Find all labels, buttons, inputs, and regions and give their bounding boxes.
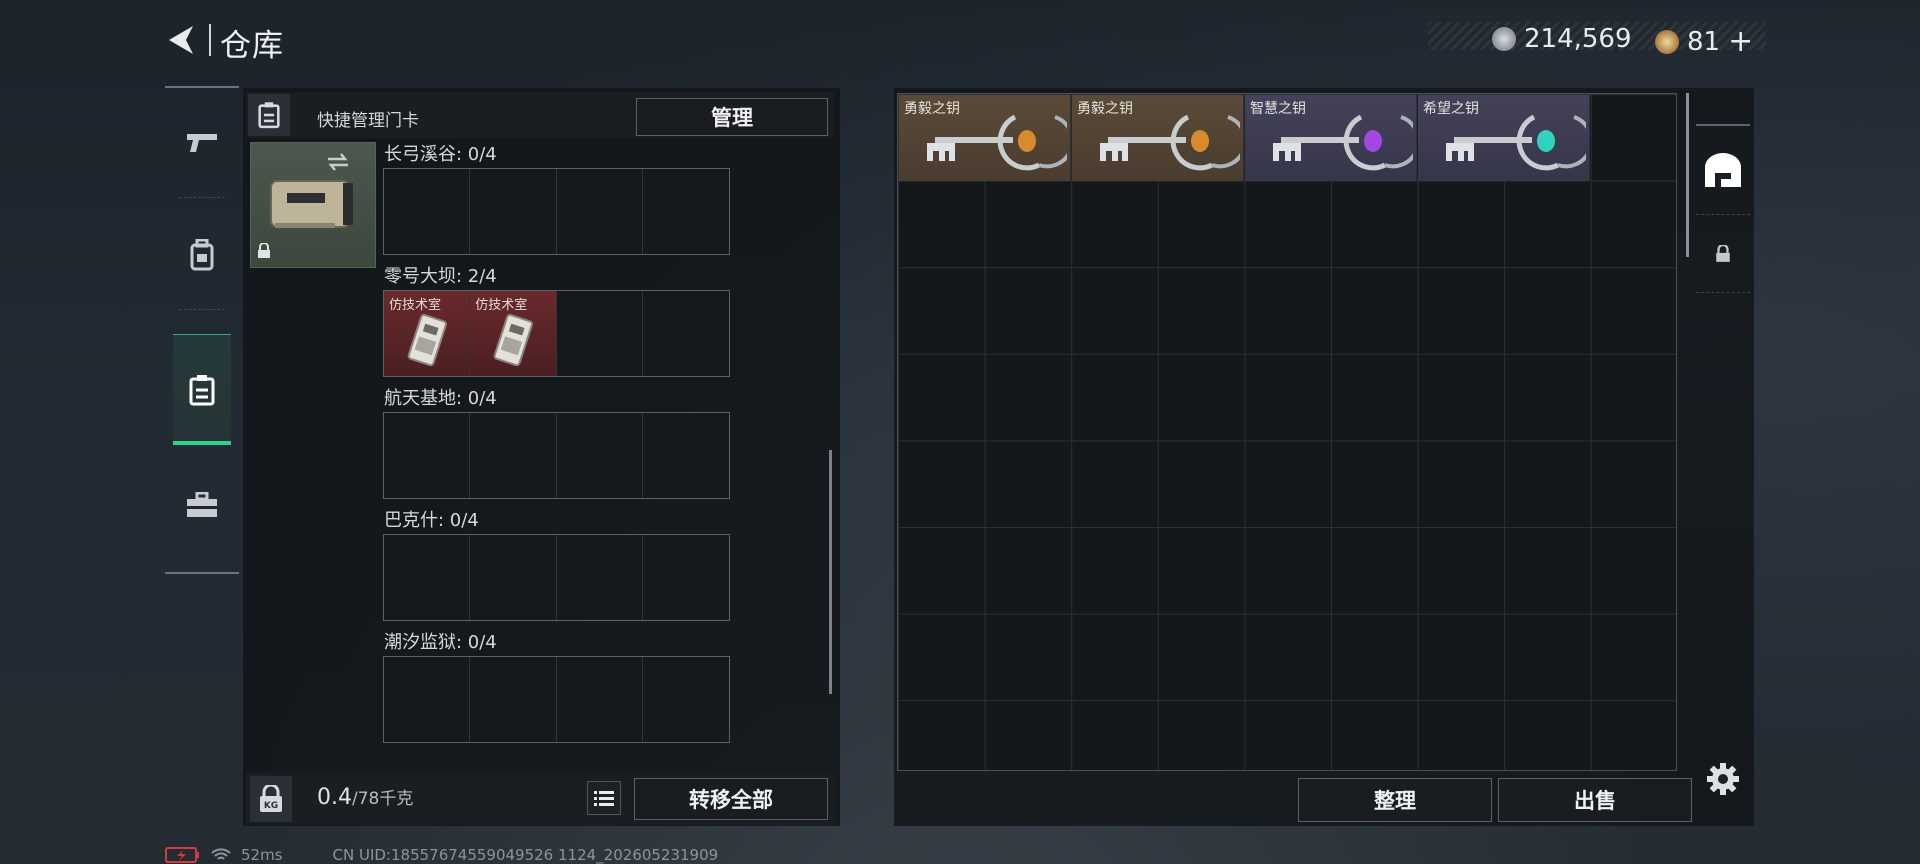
keycard-slots xyxy=(383,656,730,743)
tab-stash-home[interactable] xyxy=(1696,126,1750,215)
nav-item-firearms[interactable] xyxy=(165,88,239,198)
stash-home-icon xyxy=(1705,153,1741,187)
key-image xyxy=(1273,114,1413,171)
zone-label: 航天基地: 0/4 xyxy=(384,388,497,409)
category-nav xyxy=(165,86,239,574)
currency-secondary[interactable]: 81 + xyxy=(1655,24,1753,59)
keycard-slot[interactable] xyxy=(384,413,471,498)
keycard-slot[interactable] xyxy=(557,413,643,498)
list-view-button[interactable] xyxy=(587,781,621,815)
page-title: 仓库 xyxy=(220,28,284,64)
keycard-image xyxy=(407,313,447,367)
lock-icon xyxy=(257,242,271,263)
keycard-slots xyxy=(383,168,730,255)
swap-icon[interactable] xyxy=(325,151,351,177)
manage-button[interactable]: 管理 xyxy=(636,98,828,136)
sort-button[interactable]: 整理 xyxy=(1298,778,1492,822)
stash-grid[interactable] xyxy=(897,93,1677,771)
keycard-slot[interactable] xyxy=(557,169,643,254)
stash-item-key[interactable]: 勇毅之钥 xyxy=(899,95,1071,181)
tab-locked-stash[interactable] xyxy=(1696,216,1750,293)
keycard-slot[interactable] xyxy=(384,169,471,254)
keycard-slot[interactable] xyxy=(470,413,557,498)
key-image xyxy=(1446,114,1586,171)
keycard-slot[interactable] xyxy=(470,535,557,620)
keycard-scrollbar[interactable] xyxy=(829,450,832,694)
keycard-slot[interactable] xyxy=(643,657,729,742)
keycard-slot[interactable] xyxy=(470,657,557,742)
list-icon xyxy=(594,791,614,806)
nav-item-gear[interactable] xyxy=(165,200,239,310)
title-divider xyxy=(209,24,211,56)
keycard-slot[interactable] xyxy=(643,413,729,498)
stash-item-key[interactable]: 希望之钥 xyxy=(1418,95,1590,181)
key-image xyxy=(1100,114,1240,171)
back-arrow-icon xyxy=(169,26,193,54)
back-button[interactable] xyxy=(163,22,199,58)
weight-readout: 0.4/78千克 xyxy=(317,785,414,810)
zone-label: 长弓溪谷: 0/4 xyxy=(384,144,497,165)
zone-label: 零号大坝: 2/4 xyxy=(384,266,497,287)
keycard-slot[interactable] xyxy=(384,535,471,620)
keycard-slot[interactable] xyxy=(643,291,729,376)
uid-readout: CN UID:18557674559049526 1124_2026052319… xyxy=(332,846,719,864)
battery-icon xyxy=(165,847,199,863)
nav-item-tools[interactable] xyxy=(165,450,239,560)
silver-coin-icon xyxy=(1492,27,1516,51)
quick-manage-label: 快捷管理门卡 xyxy=(317,111,419,131)
keycard-slots xyxy=(383,534,730,621)
keycard-slot[interactable] xyxy=(557,291,643,376)
keycard-icon xyxy=(189,375,215,406)
keycard-slot[interactable] xyxy=(557,535,643,620)
stash-tabs xyxy=(1696,124,1750,293)
gun-icon xyxy=(187,134,217,152)
stash-item-key[interactable]: 勇毅之钥 xyxy=(1072,95,1244,181)
currency-main: 214,569 xyxy=(1492,24,1632,54)
keycard-image xyxy=(493,313,534,367)
weight-lock-icon: KG xyxy=(250,776,292,822)
nav-item-keycards[interactable] xyxy=(173,334,231,445)
keycard-slot[interactable] xyxy=(643,169,729,254)
keycard-slot[interactable] xyxy=(470,169,557,254)
keycard-slots xyxy=(383,412,730,499)
keycard-slots: 仿技术室 仿技术室 xyxy=(383,290,730,377)
gold-coin-icon xyxy=(1655,29,1679,54)
key-image xyxy=(927,114,1067,171)
stash-scrollbar[interactable] xyxy=(1686,93,1689,257)
status-bar: 52ms CN UID:18557674559049526 1124_20260… xyxy=(165,846,718,864)
wifi-icon xyxy=(211,848,231,860)
stash-item-key[interactable]: 智慧之钥 xyxy=(1245,95,1417,181)
keycard-case-thumbnail[interactable] xyxy=(250,142,376,268)
lock-icon xyxy=(1716,245,1730,262)
keycard-slot[interactable] xyxy=(384,657,471,742)
ping-readout: 52ms xyxy=(241,846,283,864)
keycard-slot[interactable]: 仿技术室 xyxy=(470,291,557,376)
zone-label: 巴克什: 0/4 xyxy=(384,510,479,531)
zone-label: 潮汐监狱: 0/4 xyxy=(384,632,497,653)
keycard-slot[interactable]: 仿技术室 xyxy=(384,291,471,376)
keycard-slot[interactable] xyxy=(643,535,729,620)
add-currency-icon[interactable]: + xyxy=(1728,24,1753,59)
toolbox-icon xyxy=(187,492,217,517)
backpack-icon xyxy=(190,239,214,271)
sell-button[interactable]: 出售 xyxy=(1498,778,1692,822)
transfer-all-button[interactable]: 转移全部 xyxy=(634,778,828,820)
keycard-case-icon xyxy=(248,94,290,136)
svg-text:KG: KG xyxy=(264,801,278,811)
keycard-slot[interactable] xyxy=(557,657,643,742)
settings-gear-icon[interactable] xyxy=(1706,762,1740,796)
